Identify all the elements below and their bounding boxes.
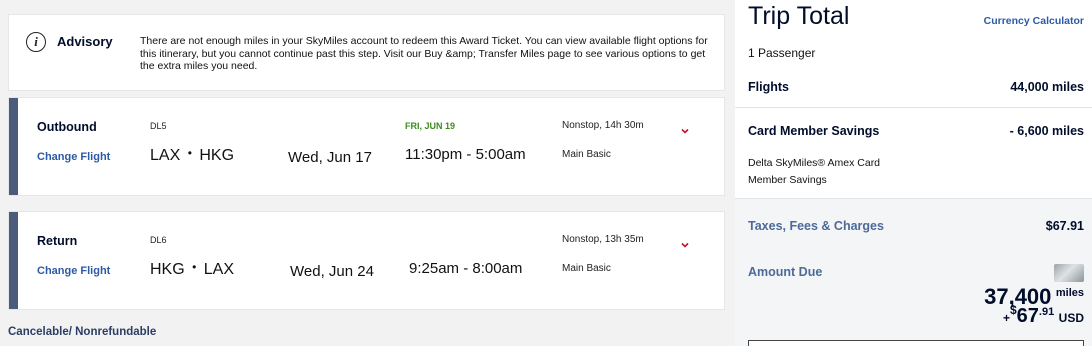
divider [735, 107, 1092, 108]
arrival-date: FRI, JUN 19 [405, 121, 456, 131]
advisory-text: There are not enough miles in your SkyMi… [140, 35, 708, 72]
chevron-down-icon[interactable] [679, 125, 691, 137]
card-savings-value: - 6,600 miles [1009, 124, 1084, 138]
divider [735, 198, 1092, 199]
cancel-policy: Cancelable/ Nonrefundable [8, 326, 157, 338]
flight-number: DL6 [150, 235, 167, 245]
currency-symbol: $ [1009, 303, 1017, 317]
credit-card-icon [1054, 264, 1084, 282]
usd-whole: 67 [1016, 305, 1039, 327]
amount-due-usd: +$67.91 USD [1003, 303, 1084, 328]
flight-direction: Return [37, 234, 78, 248]
card-savings-label: Card Member Savings [748, 124, 880, 138]
route-destination: LAX [203, 261, 235, 278]
return-flight-card: Return Change Flight DL6 HKG • LAX Wed, … [8, 211, 725, 310]
currency-calculator-link[interactable]: Currency Calculator [984, 15, 1084, 27]
flight-summary: i Advisory There are not enough miles in… [0, 0, 735, 346]
flight-times: 9:25am - 8:00am [409, 260, 523, 277]
card-accent-bar [9, 212, 18, 309]
advisory-title: Advisory [57, 34, 113, 49]
flight-direction: Outbound [37, 120, 97, 134]
savings-desc-line1: Delta SkyMiles® Amex Card [748, 157, 881, 169]
plus-sign: + [1002, 311, 1010, 325]
stops-duration: Nonstop, 13h 35m [562, 234, 644, 245]
route-destination: HKG [199, 147, 235, 164]
trip-total-panel: Trip Total Currency Calculator 1 Passeng… [735, 0, 1092, 346]
flight-route: HKG • LAX [150, 260, 234, 279]
advisory-banner: i Advisory There are not enough miles in… [8, 14, 725, 91]
route-origin: LAX [150, 147, 181, 164]
passenger-count: 1 Passenger [748, 46, 816, 60]
flights-value: 44,000 miles [1010, 80, 1084, 94]
chevron-down-icon[interactable] [679, 239, 691, 251]
usd-unit: USD [1058, 311, 1084, 325]
cabin-class: Main Basic [562, 263, 611, 274]
outbound-flight-card: Outbound Change Flight DL5 LAX • HKG Wed… [8, 97, 725, 196]
savings-description: Delta SkyMiles® Amex Card Member Savings [748, 155, 880, 189]
flight-route: LAX • HKG [150, 146, 234, 165]
miles-unit: miles [1055, 287, 1084, 299]
savings-desc-line2: Member Savings [748, 174, 827, 186]
trip-total-title: Trip Total [748, 2, 850, 30]
departure-date: Wed, Jun 17 [288, 149, 372, 166]
info-icon: i [26, 32, 46, 52]
route-separator-icon: • [187, 146, 192, 160]
flights-label: Flights [748, 80, 789, 94]
payment-box[interactable] [748, 340, 1084, 346]
change-flight-link[interactable]: Change Flight [37, 151, 110, 163]
taxes-value: $67.91 [1045, 219, 1084, 233]
route-origin: HKG [150, 261, 185, 278]
stops-duration: Nonstop, 14h 30m [562, 120, 644, 131]
departure-date: Wed, Jun 24 [290, 263, 374, 280]
change-flight-link[interactable]: Change Flight [37, 265, 110, 277]
cabin-class: Main Basic [562, 149, 611, 160]
taxes-label[interactable]: Taxes, Fees & Charges [748, 219, 884, 233]
flight-times: 11:30pm - 5:00am [405, 146, 526, 163]
flight-number: DL5 [150, 121, 167, 131]
route-separator-icon: • [192, 260, 197, 274]
usd-cents: .91 [1038, 306, 1055, 318]
card-accent-bar [9, 98, 18, 195]
amount-due-label: Amount Due [748, 265, 823, 279]
